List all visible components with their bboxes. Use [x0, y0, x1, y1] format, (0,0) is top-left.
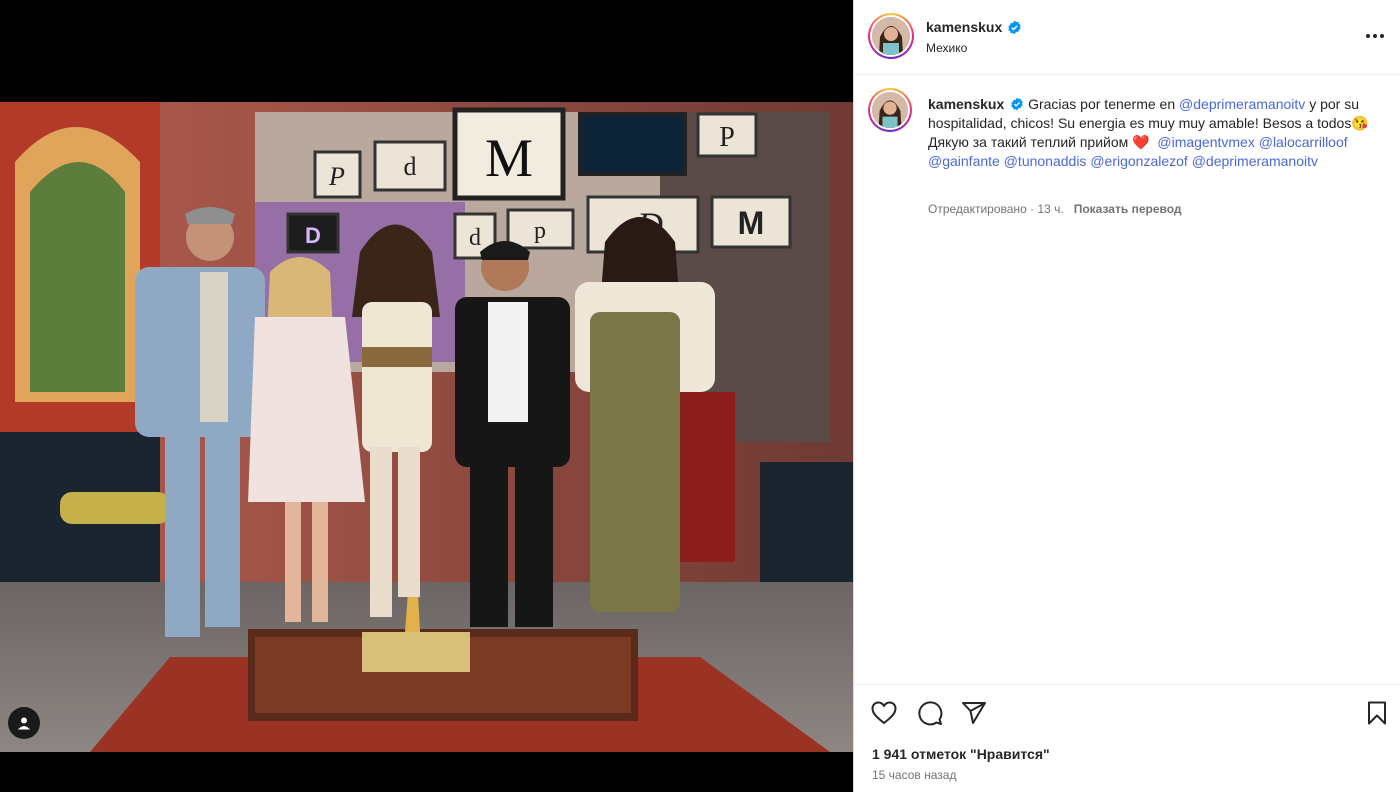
- user-tag-icon: [18, 717, 30, 730]
- post-photo-illustration: M P d P D d p D M: [0, 102, 853, 752]
- avatar-image: [872, 92, 908, 128]
- tag-button[interactable]: [8, 707, 40, 739]
- post-actions-bar: [854, 684, 1400, 744]
- svg-text:P: P: [328, 162, 345, 191]
- mention-link[interactable]: @tunonaddis: [1004, 153, 1087, 169]
- save-button[interactable]: [1363, 699, 1391, 727]
- heart-emoji: ❤️: [1132, 134, 1150, 150]
- likes-count[interactable]: 1 941 отметок "Нравится": [872, 746, 1050, 762]
- post-location[interactable]: Мехико: [926, 41, 967, 55]
- like-button[interactable]: [870, 699, 898, 727]
- media-pane: M P d P D d p D M: [0, 0, 853, 792]
- svg-text:P: P: [719, 122, 735, 153]
- share-icon: [962, 702, 986, 724]
- bookmark-icon: [1368, 701, 1386, 725]
- caption-username[interactable]: kamenskux: [928, 96, 1004, 112]
- caption-meta: Отредактировано · 13 ч. Показать перевод: [928, 202, 1182, 216]
- svg-text:d: d: [469, 225, 481, 251]
- svg-text:d: d: [404, 152, 417, 181]
- mention-link[interactable]: @deprimeramanoitv: [1179, 96, 1305, 112]
- post-side-panel: kamenskux Мехико kamenskux Gracias por t…: [853, 0, 1400, 792]
- svg-text:p: p: [534, 218, 546, 244]
- mention-link[interactable]: @lalocarrilloof: [1259, 134, 1348, 150]
- mention-link[interactable]: @imagentvmex: [1157, 134, 1254, 150]
- caption-edited-time: Отредактировано · 13 ч.: [928, 202, 1064, 216]
- caption-text: Gracias por tenerme en: [1028, 96, 1176, 112]
- show-translation-link[interactable]: Показать перевод: [1074, 202, 1182, 216]
- svg-text:M: M: [485, 128, 533, 188]
- mention-link[interactable]: @erigonzalezof: [1090, 153, 1188, 169]
- header-username-row: kamenskux: [926, 19, 1022, 35]
- author-username[interactable]: kamenskux: [926, 19, 1002, 35]
- comment-icon: [918, 701, 943, 726]
- author-avatar[interactable]: [868, 13, 914, 59]
- kiss-emoji: 😘: [1351, 115, 1369, 131]
- more-options-button[interactable]: [1363, 24, 1387, 48]
- post-timestamp[interactable]: 15 часов назад: [872, 768, 956, 782]
- post-header: kamenskux Мехико: [854, 0, 1400, 75]
- caption-text: Дякую за такий теплий прийом: [928, 134, 1129, 150]
- post-caption: kamenskux Gracias por tenerme en @deprim…: [928, 95, 1388, 171]
- verified-badge-icon: [1011, 97, 1023, 111]
- caption-avatar[interactable]: [868, 88, 912, 132]
- verified-badge-icon: [1008, 20, 1021, 34]
- comment-button[interactable]: [916, 699, 944, 727]
- heart-icon: [871, 701, 897, 725]
- mention-link[interactable]: @gainfante: [928, 153, 1000, 169]
- mention-link[interactable]: @deprimeramanoitv: [1192, 153, 1318, 169]
- avatar-image: [872, 17, 910, 55]
- svg-text:M: M: [738, 205, 765, 241]
- share-button[interactable]: [960, 699, 988, 727]
- svg-text:D: D: [305, 223, 321, 248]
- more-options-icon: [1366, 34, 1384, 38]
- post-photo[interactable]: M P d P D d p D M: [0, 102, 853, 752]
